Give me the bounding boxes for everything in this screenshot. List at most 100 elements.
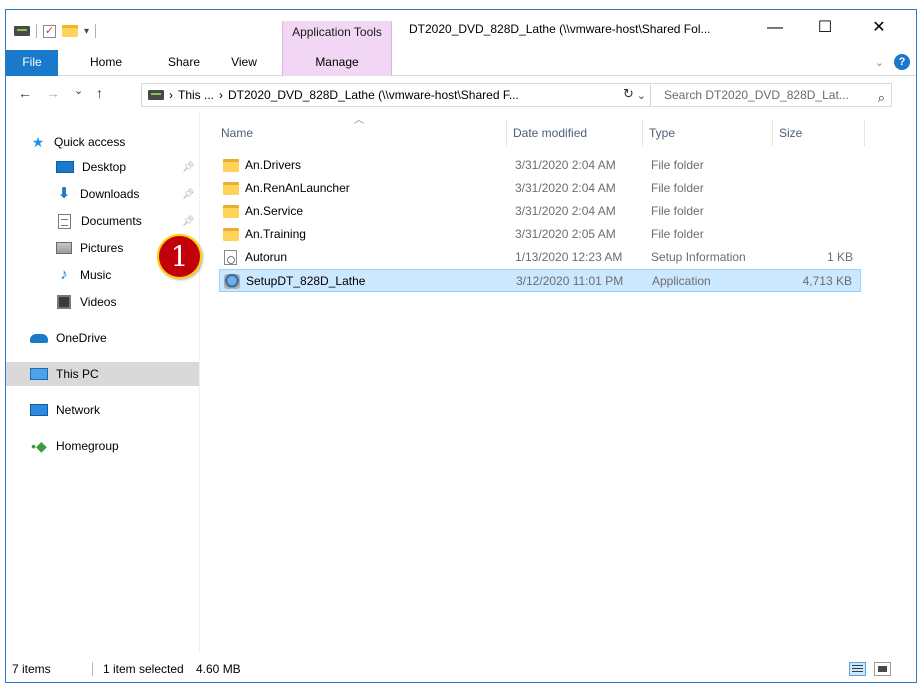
tab-share[interactable]: Share (162, 50, 206, 76)
navigation-bar: ← → ⌄ ↑ › This ... › DT2020_DVD_828D_Lat… (6, 77, 916, 111)
status-separator (92, 662, 93, 676)
homegroup-icon: •◆ (31, 438, 47, 454)
maximize-button[interactable]: ☐ (802, 14, 848, 44)
minimize-button[interactable]: — (752, 14, 798, 44)
file-date: 1/13/2020 12:23 AM (515, 250, 623, 264)
nav-item-label: Music (80, 268, 112, 282)
status-selection-size: 4.60 MB (196, 662, 241, 676)
file-name: Autorun (245, 250, 288, 264)
search-icon[interactable]: ⌕ (878, 87, 885, 106)
file-name: An.RenAnLauncher (245, 181, 350, 195)
folder-icon (223, 159, 239, 172)
file-name: An.Drivers (245, 158, 302, 172)
nav-item-label: Documents (81, 214, 142, 228)
nav-item-homegroup[interactable]: •◆ Homegroup (6, 434, 199, 458)
recent-locations-chevron-icon[interactable]: ⌄ (74, 84, 83, 97)
forward-arrow-icon[interactable]: → (46, 85, 60, 101)
ribbon-controls: ⌄ ? (875, 54, 910, 70)
tab-view[interactable]: View (222, 50, 266, 76)
file-row-selected[interactable]: SetupDT_828D_Lathe 3/12/2020 11:01 PM Ap… (219, 269, 861, 292)
file-type: Setup Information (651, 250, 746, 264)
refresh-icon[interactable]: ↻ (623, 86, 634, 102)
file-date: 3/31/2020 2:04 AM (515, 204, 616, 218)
file-row[interactable]: An.Drivers 3/31/2020 2:04 AM File folder (219, 154, 861, 177)
status-selection: 1 item selected (103, 662, 184, 676)
column-header-size[interactable]: Size (773, 120, 865, 146)
details-view-icon[interactable] (849, 662, 866, 676)
file-size: 1 KB (826, 250, 853, 264)
breadcrumb-current-folder[interactable]: DT2020_DVD_828D_Lathe (\\vmware-host\Sha… (228, 88, 519, 102)
documents-icon (58, 213, 71, 229)
customize-toolbar-arrow-icon[interactable]: ▾ (84, 26, 89, 37)
pictures-icon (56, 242, 72, 254)
column-header-type[interactable]: Type (643, 120, 773, 146)
file-row[interactable]: An.Service 3/31/2020 2:04 AM File folder (219, 200, 861, 223)
column-header-name[interactable]: Name (215, 120, 507, 146)
pin-icon[interactable]: 📌︎ (182, 162, 195, 173)
close-button[interactable]: ✕ (856, 14, 902, 44)
breadcrumb-separator[interactable]: › (219, 88, 223, 102)
file-type: File folder (651, 204, 704, 218)
help-icon[interactable]: ? (894, 54, 910, 70)
large-icons-view-icon[interactable] (874, 662, 891, 676)
pin-icon[interactable]: 📌︎ (182, 189, 195, 200)
address-dropdown-chevron-icon[interactable]: ⌄ (637, 89, 646, 102)
setup-info-icon (224, 250, 237, 265)
nav-item-this-pc[interactable]: This PC (6, 362, 199, 386)
back-arrow-icon[interactable]: ← (18, 85, 32, 101)
pane-splitter[interactable] (199, 112, 200, 652)
file-name: An.Training (245, 227, 306, 241)
this-pc-drive-icon (148, 90, 164, 100)
drive-icon[interactable] (14, 26, 30, 36)
tab-file[interactable]: File (6, 50, 58, 76)
file-name-cell: An.Training (223, 223, 306, 246)
download-icon: ⬇ (57, 185, 71, 202)
file-row[interactable]: An.Training 3/31/2020 2:05 AM File folde… (219, 223, 861, 246)
pin-icon[interactable]: 📌︎ (182, 216, 195, 227)
file-row[interactable]: An.RenAnLauncher 3/31/2020 2:04 AM File … (219, 177, 861, 200)
nav-item-network[interactable]: Network (6, 398, 199, 422)
column-header-date-modified[interactable]: Date modified (507, 120, 643, 146)
file-name-cell: SetupDT_828D_Lathe (224, 270, 365, 293)
expand-ribbon-chevron-icon[interactable]: ⌄ (875, 56, 884, 69)
nav-item-label: Network (56, 403, 101, 417)
new-folder-icon[interactable] (62, 25, 78, 37)
nav-item-desktop[interactable]: Desktop 📌︎ (6, 155, 199, 179)
navigation-pane: ★ Quick access Desktop 📌︎ ⬇ Downloads 📌︎… (6, 112, 199, 652)
desktop-icon (56, 161, 74, 173)
nav-item-label: Homegroup (56, 439, 119, 453)
address-bar[interactable]: › This ... › DT2020_DVD_828D_Lathe (\\vm… (141, 83, 651, 107)
application-icon (224, 274, 240, 289)
star-icon: ★ (31, 134, 45, 150)
up-arrow-icon[interactable]: ↑ (96, 85, 103, 101)
properties-check-icon[interactable]: ✓ (43, 24, 56, 38)
breadcrumb-this-pc[interactable]: This ... (178, 88, 214, 102)
file-type: File folder (651, 181, 704, 195)
onedrive-icon (30, 333, 48, 343)
search-input[interactable]: Search DT2020_DVD_828D_Lat... ⌕ (652, 83, 892, 107)
folder-icon (223, 182, 239, 195)
nav-item-onedrive[interactable]: OneDrive (6, 326, 199, 350)
folder-icon (223, 228, 239, 241)
file-name-cell: An.Drivers (223, 154, 301, 177)
nav-item-documents[interactable]: Documents 📌︎ (6, 209, 199, 233)
step-callout-badge: 1 (157, 234, 202, 279)
nav-item-downloads[interactable]: ⬇ Downloads 📌︎ (6, 182, 199, 206)
status-bar: 7 items 1 item selected 4.60 MB (6, 654, 916, 682)
file-name-cell: An.RenAnLauncher (223, 177, 350, 200)
nav-item-quick-access[interactable]: ★ Quick access (6, 130, 199, 154)
nav-item-label: Videos (80, 295, 117, 309)
breadcrumb-separator[interactable]: › (169, 88, 173, 102)
file-row[interactable]: Autorun 1/13/2020 12:23 AM Setup Informa… (219, 246, 861, 269)
ribbon-tabs: File Home Share View Manage ⌄ ? (6, 50, 916, 76)
nav-item-videos[interactable]: Videos (6, 290, 199, 314)
application-tools-context-label: Application Tools (282, 21, 392, 50)
nav-item-label: OneDrive (56, 331, 107, 345)
tab-home[interactable]: Home (84, 50, 128, 76)
file-name: An.Service (245, 204, 304, 218)
nav-item-label: This PC (56, 367, 99, 381)
file-type: File folder (651, 158, 704, 172)
tab-manage[interactable]: Manage (282, 50, 392, 76)
network-icon (30, 404, 48, 416)
file-size: 4,713 KB (802, 274, 852, 288)
